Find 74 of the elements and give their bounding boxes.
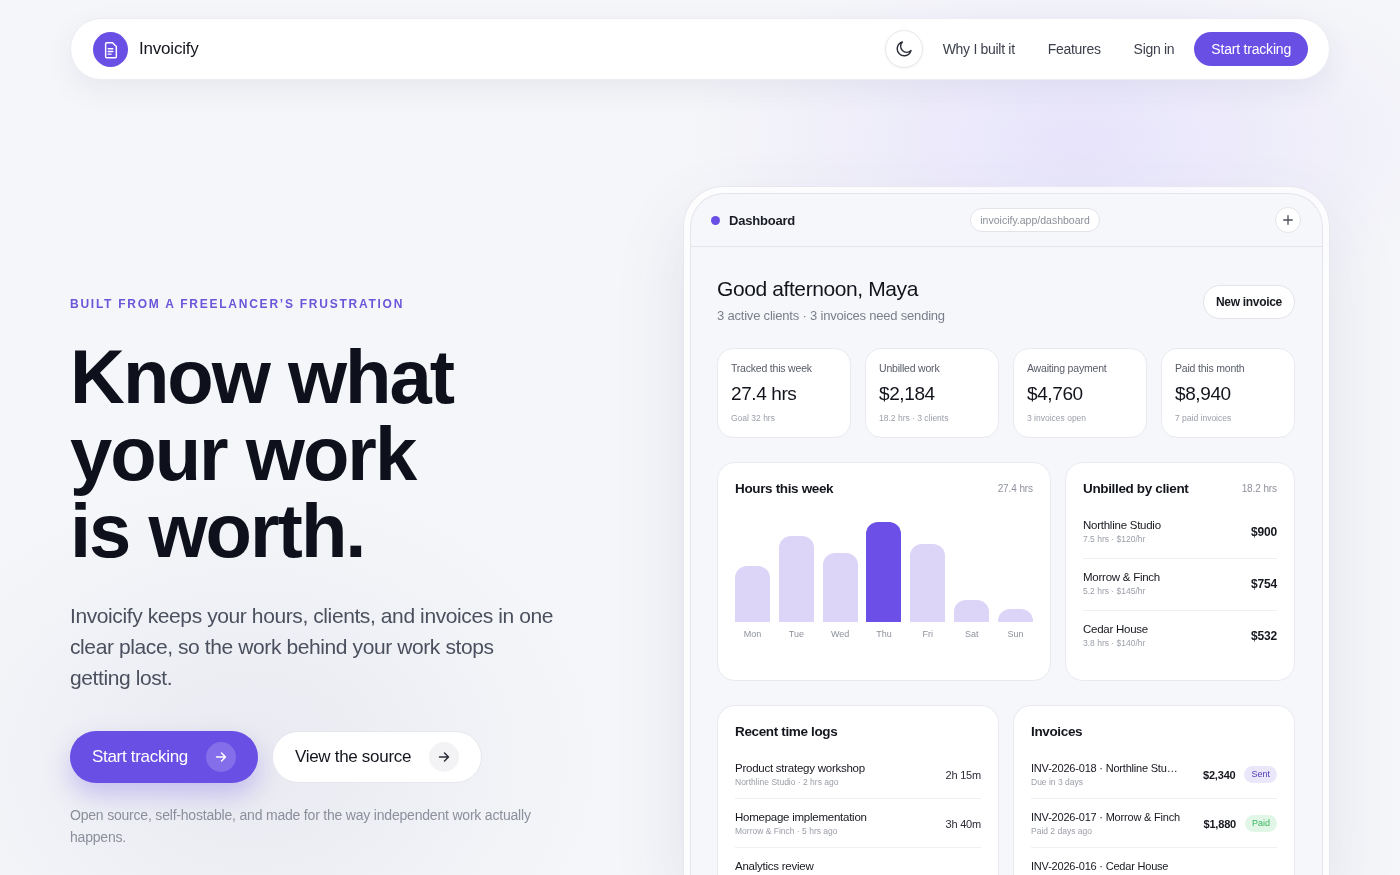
invoice-amount: $2,340 (1203, 768, 1236, 781)
hours-total: 27.4 hrs (997, 482, 1033, 494)
dashboard-title: Dashboard (729, 212, 796, 228)
time-log-task: Analytics review (735, 859, 814, 873)
stat-value: $2,184 (879, 383, 935, 405)
invoice-detail: Due in 3 days (1031, 777, 1083, 788)
brand-name: Invoicify (139, 39, 199, 59)
add-button[interactable] (1275, 207, 1301, 233)
stat-value: 27.4 hrs (731, 383, 797, 405)
greeting-heading: Good afternoon, Maya (717, 277, 920, 301)
start-tracking-button[interactable]: Start tracking (70, 731, 258, 783)
stat-value: $4,760 (1027, 383, 1083, 405)
invoice-amount: $1,880 (1203, 817, 1236, 830)
arrow-right-icon (205, 742, 236, 772)
status-badge: Sent (1244, 766, 1277, 783)
time-log-duration: 2h 15m (945, 768, 981, 781)
card-title: Hours this week (735, 480, 834, 496)
stat-detail: 3 invoices open (1027, 413, 1087, 424)
day-label: Mon (743, 629, 762, 640)
time-log-duration: 3h 40m (945, 817, 981, 830)
arrow-right-icon (429, 742, 460, 772)
client-name: Morrow & Finch (1083, 570, 1161, 584)
day-label: Sat (964, 629, 979, 640)
document-icon (93, 31, 128, 67)
time-log-task: Product strategy workshop (735, 761, 865, 775)
nav-link[interactable]: Sign in (1133, 41, 1175, 57)
card-title: Unbilled by client (1083, 480, 1189, 496)
stat-label: Paid this month (1175, 362, 1245, 375)
client-detail: 7.5 hrs · $120/hr (1083, 534, 1146, 545)
stat-detail: Goal 32 hrs (731, 413, 775, 424)
stat-label: Awaiting payment (1027, 362, 1107, 375)
hero-description: Invoicify keeps your hours, clients, and invoices in one clear place, so the work behind your work stops getting lost. (70, 603, 555, 691)
day-label: Wed (831, 629, 850, 640)
plus-icon (1283, 215, 1293, 225)
invoice-title: INV-2026-017 · Morrow & Finch (1031, 810, 1180, 824)
client-amount: $754 (1251, 576, 1277, 591)
stat-label: Tracked this week (731, 362, 812, 375)
day-label: Fri (922, 629, 934, 640)
time-log-detail: Morrow & Finch · 5 hrs ago (735, 826, 838, 837)
nav-link[interactable]: Why I built it (942, 41, 1015, 57)
stat-label: Unbilled work (879, 362, 940, 375)
hours-total: 18.2 hrs (1241, 482, 1277, 494)
status-badge: Paid (1245, 815, 1277, 832)
invoice-title: INV-2026-016 · Cedar House (1031, 859, 1169, 873)
dot-icon (711, 215, 720, 225)
footnote-text: Open source, self-hostable, and made for the way independent work actually happens. (70, 806, 532, 847)
client-detail: 3.8 hrs · $140/hr (1083, 638, 1146, 649)
time-log-detail: Northline Studio · 2 hrs ago (735, 777, 839, 788)
start-tracking-button[interactable]: Start tracking (1194, 32, 1308, 66)
summary-text: 3 active clients · 3 invoices need sending (717, 309, 945, 323)
card-title: Recent time logs (735, 723, 838, 739)
client-amount: $900 (1251, 524, 1277, 539)
stat-value: $8,940 (1175, 383, 1231, 405)
day-label: Tue (788, 629, 804, 640)
hero-headline: Know what your work is worth. (70, 338, 455, 569)
time-log-task: Homepage implementation (735, 810, 867, 824)
card-title: Invoices (1031, 723, 1083, 739)
day-label: Sun (1007, 629, 1024, 640)
new-invoice-button[interactable]: New invoice (1202, 285, 1295, 319)
client-amount: $532 (1251, 628, 1277, 643)
client-detail: 5.2 hrs · $145/hr (1083, 586, 1146, 597)
day-label: Thu (876, 629, 892, 640)
theme-toggle-button[interactable] (884, 30, 923, 68)
invoice-title: INV-2026-018 · Northline Stu… (1031, 761, 1178, 775)
client-name: Cedar House (1083, 622, 1148, 636)
moon-icon (895, 41, 912, 57)
stat-detail: 18.2 hrs · 3 clients (879, 413, 949, 424)
invoice-detail: Paid 2 days ago (1031, 826, 1092, 837)
client-name: Northline Studio (1083, 518, 1161, 532)
stat-detail: 7 paid invoices (1175, 413, 1232, 424)
view-source-button[interactable]: View the source (271, 731, 483, 783)
eyebrow-text: BUILT FROM A FREELANCER’S FRUSTRATION (70, 296, 405, 312)
nav-link[interactable]: Features (1047, 41, 1101, 57)
address-bar: invoicify.app/dashboard (970, 208, 1100, 232)
